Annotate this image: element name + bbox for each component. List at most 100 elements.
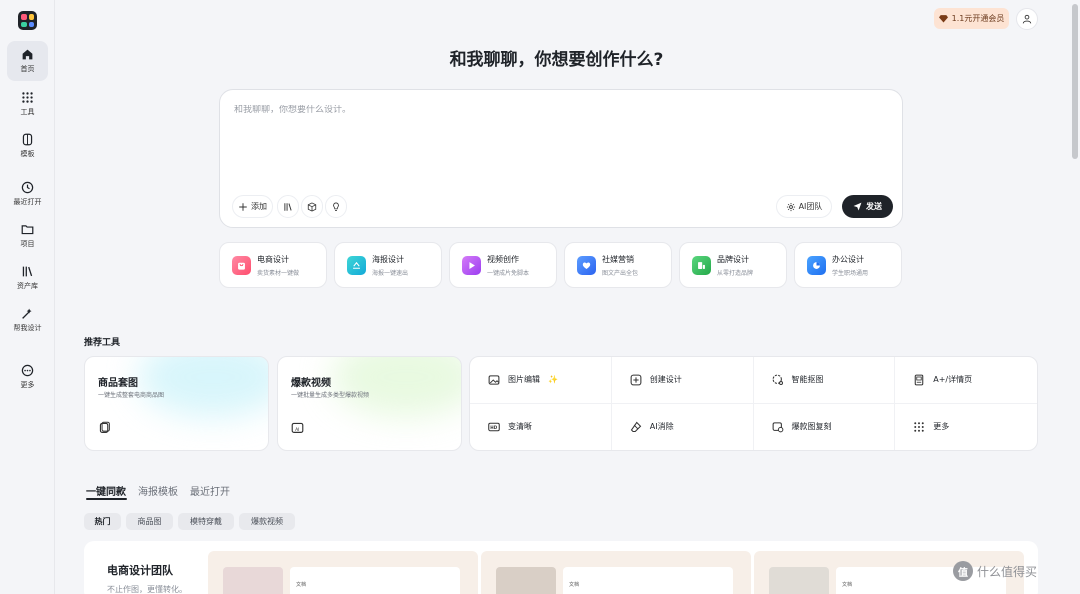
category-video[interactable]: 视频创作 一键成片免脚本	[449, 242, 557, 288]
tab-poster-templates[interactable]: 海报模板	[138, 483, 178, 498]
tool-viral-image-copy[interactable]: 爆款图复刻	[754, 403, 896, 450]
preview-tag: 文档	[296, 582, 307, 588]
hd-icon: HD	[488, 422, 500, 432]
category-title: 电商设计	[257, 254, 289, 264]
sidebar-item-more[interactable]: 更多	[7, 357, 48, 397]
vip-label: 1.1元开通会员	[951, 14, 1005, 23]
vip-button[interactable]: 1.1元开通会员	[934, 8, 1009, 29]
team-title: 电商设计团队	[107, 564, 173, 577]
tool-label: 更多	[933, 422, 950, 432]
category-ecommerce[interactable]: 电商设计 卖货素材一键做	[219, 242, 327, 288]
sidebar-item-label: 项目	[20, 240, 35, 248]
tab-recently-opened[interactable]: 最近打开	[190, 483, 230, 498]
sidebar-item-label: 工具	[20, 108, 35, 116]
chip-viral-video[interactable]: 爆款视频	[239, 513, 295, 530]
tool-more[interactable]: 更多	[895, 404, 1037, 451]
library-icon	[22, 266, 33, 277]
brand-icon	[692, 255, 711, 275]
prompt-input[interactable]	[234, 105, 884, 115]
scrollbar-thumb[interactable]	[1072, 4, 1078, 159]
ai-team-button[interactable]: AI团队	[776, 195, 832, 218]
prompt-box: 添加 AI团队 发送	[219, 89, 903, 228]
sidebar-item-label: 资产库	[17, 282, 38, 290]
chip-model-wear[interactable]: 模特穿戴	[178, 513, 234, 530]
tool-label: 爆款图复刻	[791, 422, 832, 432]
active-tab-indicator	[86, 498, 127, 500]
team-preview-1[interactable]: 文档	[208, 551, 478, 594]
ai-team-label: AI团队	[798, 202, 823, 211]
sidebar-item-label: 更多	[20, 381, 35, 389]
library-icon	[284, 202, 292, 211]
tool-card-viral-video[interactable]: 爆款视频 一键批量生成多类型爆款视频 AI	[277, 356, 462, 451]
category-subtitle: 学生职场通用	[832, 269, 869, 277]
app-logo[interactable]	[18, 11, 37, 30]
detail-page-icon	[914, 374, 924, 386]
category-subtitle: 图文产出全包	[602, 269, 639, 277]
tool-label: 智能抠图	[791, 375, 824, 385]
tool-card-subtitle: 一键生成整套电商商品图	[98, 392, 165, 399]
send-button[interactable]: 发送	[842, 195, 893, 218]
cube-icon	[307, 201, 317, 212]
cutout-icon	[772, 374, 783, 385]
ecommerce-team-card[interactable]: 电商设计团队 不止作图，更懂转化。 文档 文档 文档	[84, 541, 1038, 594]
eraser-icon	[630, 421, 641, 432]
team-preview-2[interactable]: 文档	[481, 551, 751, 594]
dots-grid-icon	[914, 422, 924, 432]
category-brand[interactable]: 品牌设计 从零打造品牌	[679, 242, 787, 288]
gear-icon	[786, 202, 795, 211]
tool-label: AI消除	[649, 422, 674, 432]
preview-tag: 文档	[842, 582, 853, 588]
category-title: 海报设计	[372, 254, 404, 264]
page-title: 和我聊聊，你想要创作什么?	[449, 50, 664, 70]
library-button[interactable]	[277, 195, 299, 218]
sidebar-item-recent[interactable]: 最近打开	[7, 174, 48, 214]
chip-hot[interactable]: 热门	[84, 513, 121, 530]
tool-grid: 图片编辑 ✨ 创建设计 智能抠图 A+/详情页 HD 变清晰 AI消除 爆款图复…	[469, 356, 1038, 451]
tool-detail-page[interactable]: A+/详情页	[895, 357, 1037, 404]
folder-icon	[21, 225, 34, 235]
tab-one-click-same[interactable]: 一键同款	[86, 483, 126, 498]
idea-button[interactable]	[325, 195, 347, 218]
sidebar-item-projects[interactable]: 项目	[7, 216, 48, 256]
tool-enhance[interactable]: HD 变清晰	[470, 403, 612, 450]
tool-image-edit[interactable]: 图片编辑 ✨	[470, 357, 612, 404]
poster-icon	[347, 255, 366, 275]
more-icon	[21, 364, 34, 377]
tool-smart-cutout[interactable]: 智能抠图	[753, 357, 896, 404]
sidebar-item-tools[interactable]: 工具	[7, 84, 48, 124]
play-icon	[462, 255, 481, 275]
category-title: 视频创作	[487, 254, 519, 264]
watermark: 值 什么值得买	[953, 561, 1037, 581]
category-office[interactable]: 办公设计 学生职场通用	[794, 242, 902, 288]
category-title: 办公设计	[832, 254, 864, 264]
team-subtitle: 不止作图，更懂转化。	[107, 585, 187, 594]
send-icon	[853, 202, 862, 211]
sidebar: 首页 工具 模板 最近打开 项目 资产库 帮我设计 更多	[0, 0, 55, 594]
tool-create-design[interactable]: 创建设计	[611, 357, 754, 404]
tool-card-product-set[interactable]: 商品套图 一键生成整套电商商品图	[84, 356, 269, 451]
sidebar-item-help-design[interactable]: 帮我设计	[7, 300, 48, 340]
add-button[interactable]: 添加	[232, 195, 273, 218]
chip-product-image[interactable]: 商品图	[126, 513, 173, 530]
user-icon	[1022, 14, 1032, 24]
ai-video-icon: AI	[291, 422, 304, 433]
template-icon	[22, 133, 33, 146]
clock-icon	[21, 181, 34, 194]
category-social[interactable]: 社媒营销 图文产出全包	[564, 242, 672, 288]
magic-icon	[22, 308, 32, 319]
cube-button[interactable]	[301, 195, 323, 218]
diamond-icon	[938, 15, 948, 23]
category-title: 社媒营销	[602, 254, 634, 264]
tool-ai-erase[interactable]: AI消除	[612, 403, 754, 450]
product-set-icon	[99, 421, 110, 433]
category-subtitle: 一键成片免脚本	[487, 269, 530, 277]
sidebar-item-assets[interactable]: 资产库	[7, 258, 48, 298]
tool-label: A+/详情页	[933, 375, 973, 385]
image-edit-icon	[488, 375, 500, 385]
send-label: 发送	[866, 202, 882, 211]
user-avatar-button[interactable]	[1016, 8, 1038, 30]
category-poster[interactable]: 海报设计 海报一键速出	[334, 242, 442, 288]
svg-text:HD: HD	[490, 425, 497, 430]
sidebar-item-label: 模板	[20, 150, 35, 158]
sidebar-item-templates[interactable]: 模板	[7, 126, 48, 166]
